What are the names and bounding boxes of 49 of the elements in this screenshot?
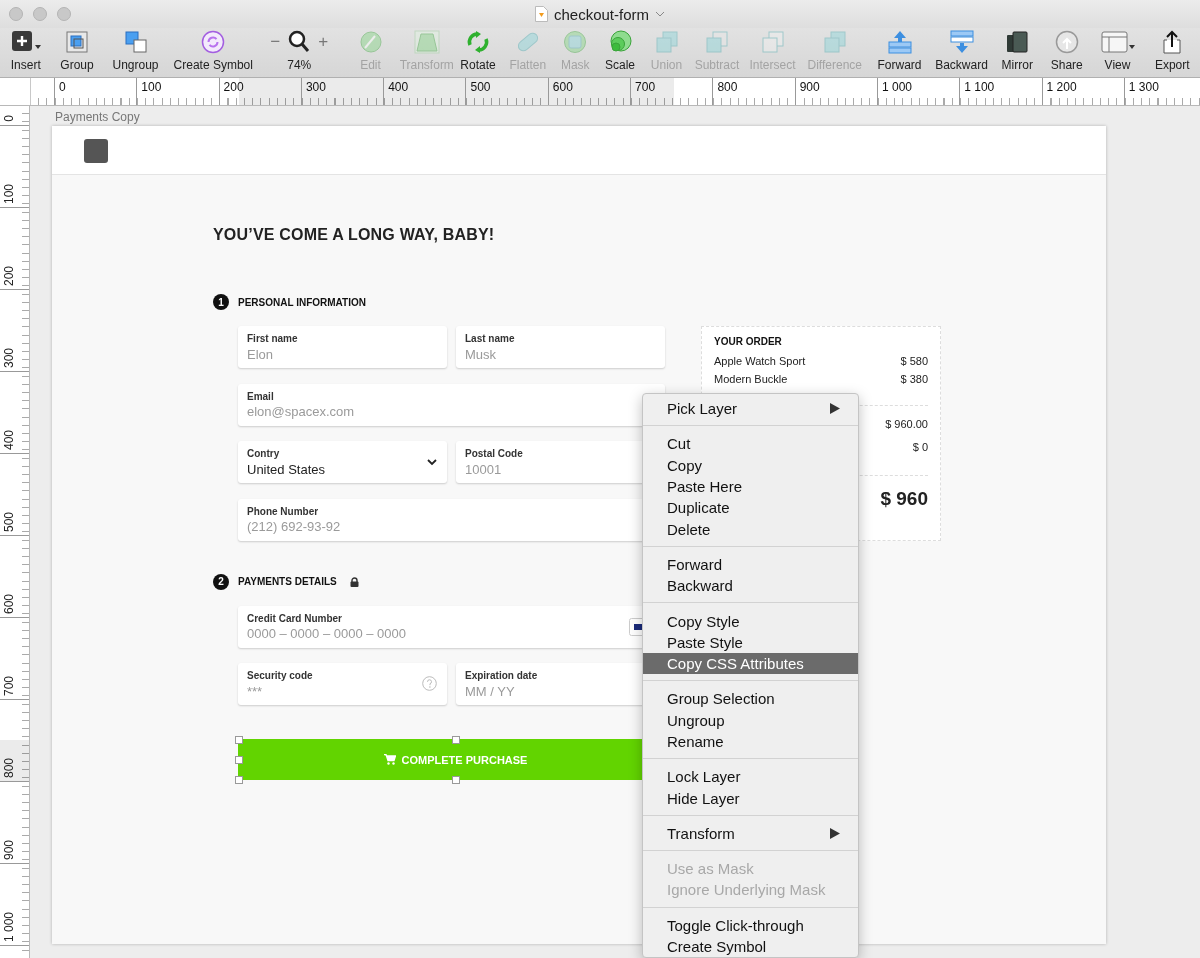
field-label: Contry <box>247 447 281 460</box>
item-name: Apple Watch Sport <box>714 355 806 367</box>
item-price: $ 380 <box>900 373 928 385</box>
field-label: Expiration date <box>465 669 539 682</box>
ruler-label: 1 000 <box>2 911 16 942</box>
page-heading: YOU’VE COME A LONG WAY, BABY! <box>213 225 496 245</box>
item-price: $ 580 <box>900 355 928 367</box>
ruler-label: 600 <box>2 593 16 614</box>
ruler-label: 300 <box>305 80 326 94</box>
ruler-label: 100 <box>141 80 162 94</box>
ruler-label: 200 <box>2 265 16 286</box>
ruler-label: 900 <box>2 839 16 860</box>
section-title: PERSONAL INFORMATION <box>238 296 366 308</box>
summary-amount: $ 0 <box>912 440 928 453</box>
section-title: PAYMENTS DETAILS <box>238 576 337 587</box>
order-title: YOUR ORDER <box>714 336 783 347</box>
ruler-label: 900 <box>799 80 820 94</box>
ruler-label: 300 <box>2 347 16 368</box>
ruler-label: 400 <box>2 429 16 450</box>
ruler-label: 400 <box>388 80 409 94</box>
field-label: Email <box>247 389 275 403</box>
item-name: Modern Buckle <box>714 373 788 385</box>
window-title: checkout-form <box>553 5 649 23</box>
ruler-label: 1 200 <box>1046 80 1077 94</box>
summary-amount: $ 960.00 <box>885 417 928 430</box>
order-total: $ 960 <box>880 488 928 510</box>
field-label: Postal Code <box>465 447 524 460</box>
ruler-label: 1 000 <box>881 80 912 94</box>
ruler-label: 700 <box>635 80 656 94</box>
field-label: First name <box>247 332 299 345</box>
ruler-label: 1 300 <box>1128 80 1159 94</box>
ruler-label: 0 <box>59 80 66 94</box>
ruler-label: 1 100 <box>964 80 995 94</box>
ruler-label: 100 <box>2 183 16 204</box>
field-label: Security code <box>247 669 314 682</box>
step-number: 2 <box>213 573 229 590</box>
ruler-label: 600 <box>552 80 573 94</box>
field-label: Last name <box>465 332 516 345</box>
ruler-label: 800 <box>2 757 16 778</box>
ruler-label: 200 <box>223 80 244 94</box>
zoom-level: 74% <box>287 58 312 72</box>
ruler-label: 500 <box>2 511 16 532</box>
ruler-label: 0 <box>2 115 16 122</box>
field-label: Credit Card Number <box>247 611 343 625</box>
ruler-label: 700 <box>2 675 16 696</box>
step-number: 1 <box>213 294 229 310</box>
ruler-label: 800 <box>717 80 738 94</box>
ruler-label: 500 <box>470 80 491 94</box>
field-label: Phone Number <box>247 504 320 518</box>
